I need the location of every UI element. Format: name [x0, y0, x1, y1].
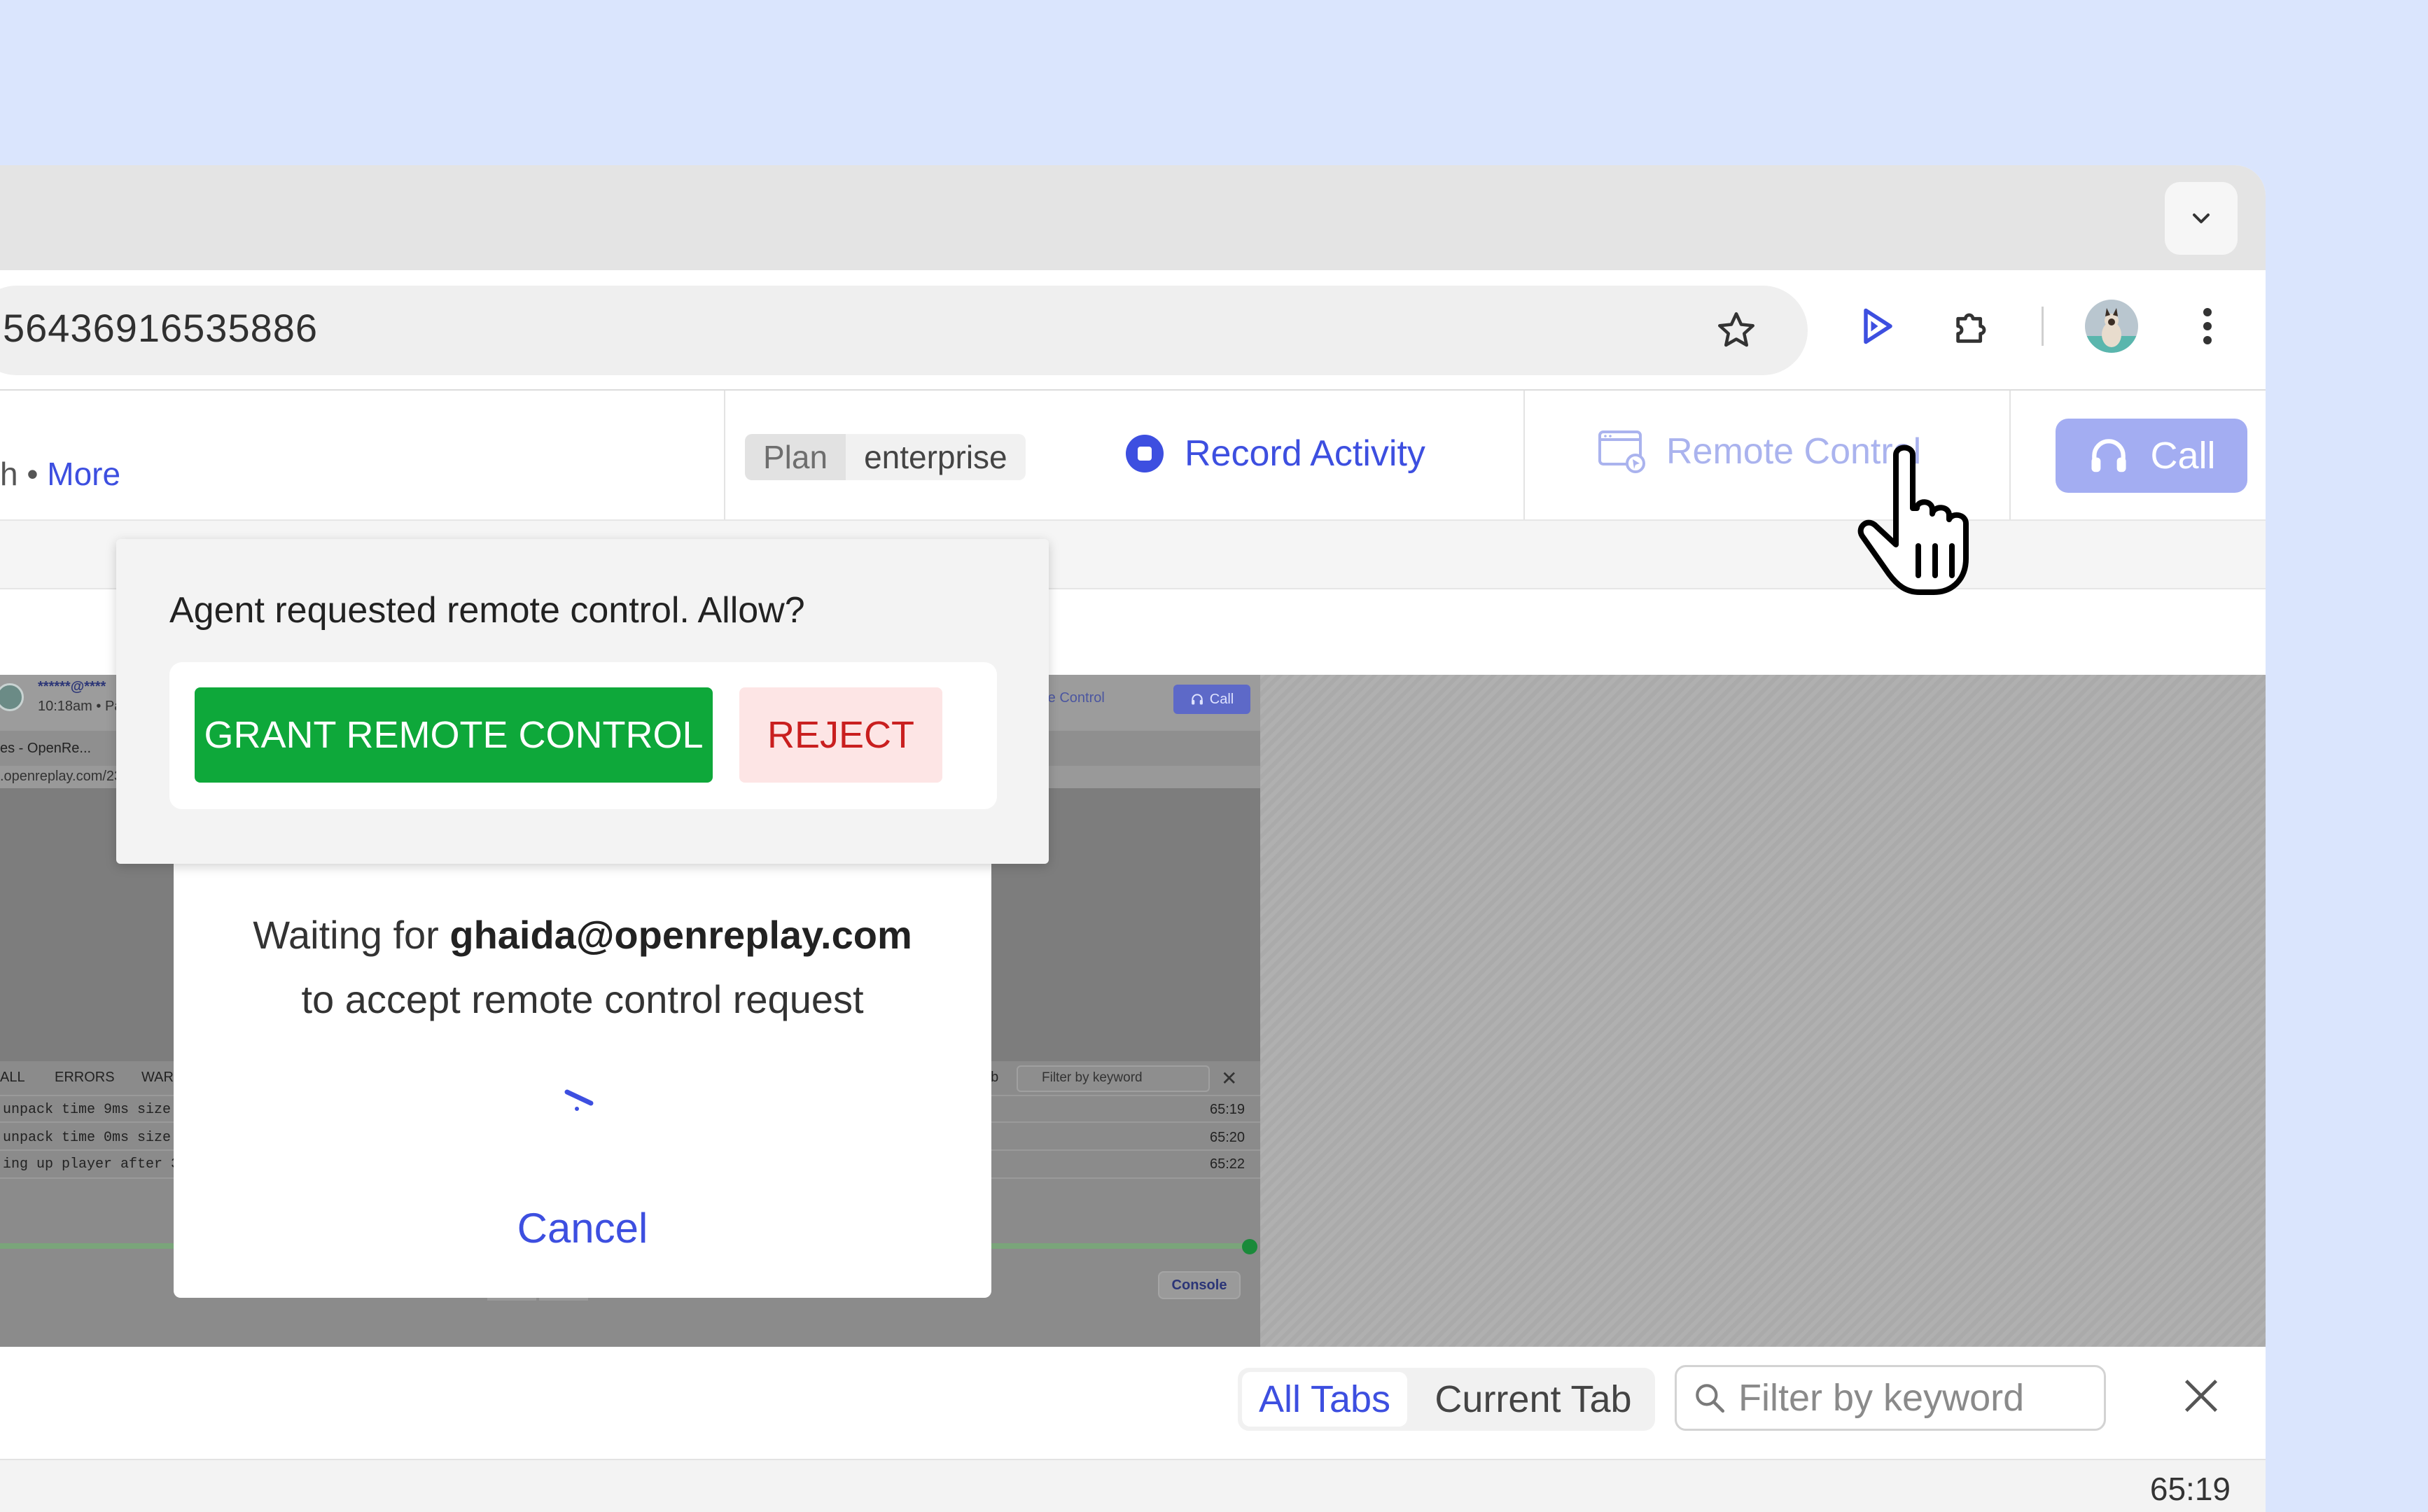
- preview-filter-placeholder: Filter by keyword: [1042, 1070, 1143, 1085]
- tab-search-button[interactable]: [2165, 182, 2238, 255]
- reject-button[interactable]: REJECT: [739, 687, 942, 783]
- waiting-line2: to accept remote control request: [301, 977, 864, 1021]
- preview-log-row: unpack time 9ms size 5: [3, 1102, 188, 1118]
- preview-tab-errors: ERRORS: [55, 1070, 115, 1085]
- cancel-button[interactable]: Cancel: [174, 1204, 991, 1252]
- preview-timeline-handle: [1242, 1239, 1257, 1254]
- preview-avatar: [0, 683, 24, 711]
- console-toolbar: All Tabs Current Tab: [0, 1347, 2266, 1459]
- tab-selector: All Tabs Current Tab: [1238, 1368, 1655, 1431]
- openreplay-extension-icon[interactable]: [1848, 298, 1904, 354]
- preview-time: 10:18am • Pa: [38, 699, 123, 714]
- waiting-email: ghaida@openreplay.com: [449, 913, 912, 957]
- dialog-actions: GRANT REMOTE CONTROL REJECT: [169, 662, 997, 809]
- session-meta-fragment: h: [0, 456, 18, 492]
- header-divider: [1523, 391, 1525, 519]
- preview-log-time: 65:22: [1210, 1156, 1246, 1172]
- extensions-puzzle-icon[interactable]: [1945, 298, 2001, 354]
- header-divider: [2009, 391, 2011, 519]
- loading-spinner-icon: [564, 1089, 594, 1111]
- filter-input-box[interactable]: [1675, 1365, 2106, 1431]
- url-text: 56436916535886: [3, 306, 319, 350]
- preview-close-icon: ✕: [1221, 1068, 1238, 1089]
- bookmark-star-icon[interactable]: [1708, 302, 1764, 358]
- more-link[interactable]: More: [47, 456, 120, 492]
- dialog-title: Agent requested remote control. Allow?: [169, 590, 805, 631]
- filter-input[interactable]: [1737, 1376, 2062, 1420]
- call-button[interactable]: Call: [2056, 419, 2247, 493]
- session-meta: h • More: [0, 455, 120, 493]
- remote-control-icon: [1598, 430, 1645, 473]
- tab-strip: [0, 165, 2266, 270]
- remote-control-request-dialog: Agent requested remote control. Allow? G…: [116, 539, 1049, 864]
- plan-value: enterprise: [846, 434, 1026, 480]
- browser-menu-icon[interactable]: [2183, 298, 2232, 354]
- close-icon[interactable]: [2179, 1373, 2224, 1418]
- waiting-dialog: Waiting for ghaida@openreplay.com to acc…: [174, 854, 991, 1298]
- preview-log-time: 65:19: [1210, 1102, 1246, 1117]
- console-row: 65:19: [0, 1459, 2266, 1512]
- bullet-separator: •: [27, 456, 48, 492]
- plan-badge: Plan enterprise: [745, 434, 1026, 480]
- preview-tab-warnings: WAR: [141, 1070, 174, 1085]
- address-bar[interactable]: 56436916535886: [0, 286, 1808, 375]
- tab-all-tabs[interactable]: All Tabs: [1242, 1372, 1407, 1427]
- preview-url: .openreplay.com/23: [0, 769, 123, 784]
- waiting-prefix: Waiting for: [253, 913, 450, 957]
- preview-user: ******@****: [38, 679, 106, 694]
- preview-tab-all: ALL: [0, 1070, 25, 1085]
- preview-console-label: Console: [1171, 1277, 1227, 1293]
- preview-call-button: Call: [1173, 685, 1250, 714]
- profile-avatar[interactable]: [2085, 300, 2138, 353]
- header-divider: [724, 391, 725, 519]
- headset-icon: [1191, 694, 1203, 705]
- preview-log-row: ing up player after 31: [3, 1156, 188, 1172]
- record-stop-icon: [1126, 435, 1164, 472]
- call-label: Call: [2150, 435, 2216, 477]
- record-activity-label: Record Activity: [1185, 433, 1425, 474]
- preview-log-time: 65:20: [1210, 1130, 1246, 1145]
- chevron-down-icon: [2193, 214, 2210, 223]
- console-row-time: 65:19: [2149, 1471, 2231, 1507]
- preview-filter: Filter by keyword: [1017, 1065, 1210, 1092]
- plan-label: Plan: [745, 434, 846, 480]
- headset-icon: [2091, 439, 2127, 472]
- preview-console-button: Console: [1158, 1271, 1241, 1299]
- record-activity-button[interactable]: Record Activity: [1124, 433, 1425, 475]
- tab-current-tab[interactable]: Current Tab: [1421, 1372, 1645, 1427]
- toolbar-divider: [2042, 307, 2044, 346]
- browser-toolbar: 56436916535886: [0, 270, 2266, 391]
- preview-call-label: Call: [1209, 691, 1234, 707]
- search-icon: [1696, 1384, 1725, 1413]
- hand-pointer-cursor-icon: [1857, 444, 1969, 595]
- waiting-message: Waiting for ghaida@openreplay.com to acc…: [174, 903, 991, 1032]
- grant-remote-control-button[interactable]: GRANT REMOTE CONTROL: [195, 687, 713, 783]
- preview-log-row: unpack time 0ms size 6: [3, 1130, 188, 1146]
- preview-tab-title: es - OpenRe...: [0, 741, 92, 756]
